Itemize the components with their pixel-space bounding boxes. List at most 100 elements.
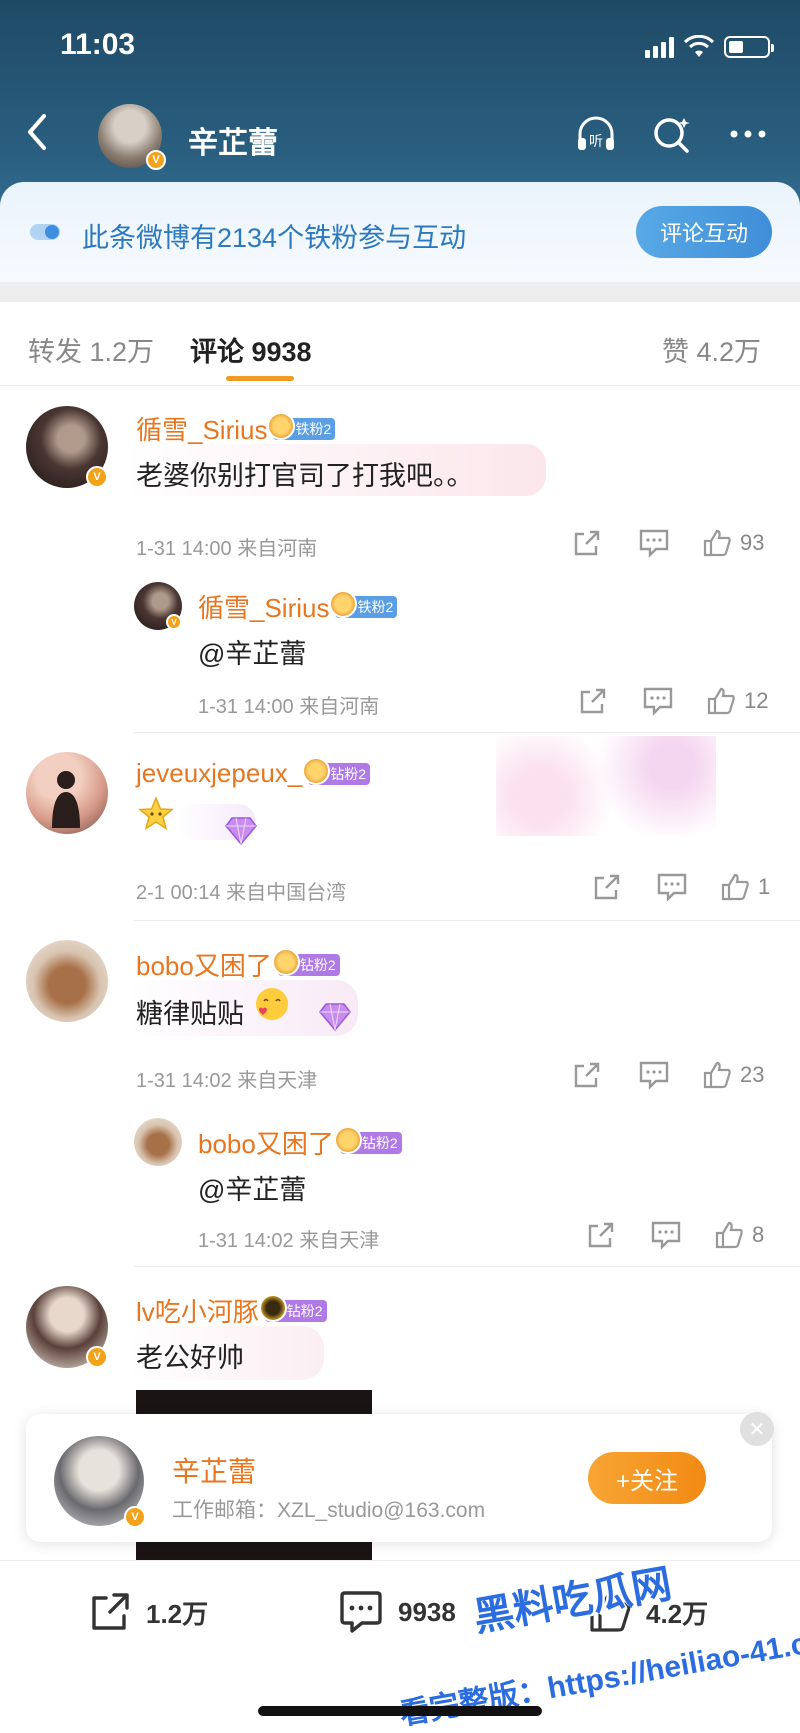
reply-icon[interactable] <box>642 686 674 716</box>
divider <box>134 920 800 921</box>
signal-icon <box>645 36 674 58</box>
like-count: 12 <box>744 688 769 713</box>
username-text: bobo又困了 <box>198 1129 334 1159</box>
diamond-sticker-icon <box>225 817 257 846</box>
share-icon[interactable] <box>592 872 622 902</box>
star-sticker-icon <box>138 796 174 831</box>
fan-badge: 钻粉2 <box>302 756 371 785</box>
crown-icon <box>271 947 300 976</box>
username-text: lv吃小河豚 <box>136 1297 259 1327</box>
follow-card-name[interactable]: 辛芷蕾 <box>172 1450 256 1490</box>
follow-button[interactable]: +关注 <box>588 1452 706 1504</box>
fan-badge-label: 钻粉2 <box>299 956 336 973</box>
repost-count: 1.2万 <box>146 1598 209 1629</box>
username-text: 循雪_Sirius <box>136 415 268 445</box>
reply-meta: 1-31 14:02 来自天津 <box>198 1230 380 1252</box>
back-icon[interactable] <box>22 112 52 152</box>
fan-badge-label: 钻粉2 <box>361 1134 398 1151</box>
username-text: 循雪_Sirius <box>198 593 330 623</box>
kiss-emoji-icon <box>256 988 288 1020</box>
verified-badge-icon: V <box>166 614 182 630</box>
banner-text: 此条微博有2134个铁粉参与互动 <box>82 223 467 253</box>
share-icon[interactable] <box>572 1060 602 1090</box>
reply-text: @辛芷蕾 <box>198 639 307 669</box>
listen-icon[interactable]: 听 <box>574 112 618 156</box>
comment-username[interactable]: jeveuxjepeux_ 钻粉2 <box>136 756 371 789</box>
close-icon[interactable]: ✕ <box>740 1412 774 1446</box>
avatar[interactable] <box>26 940 108 1022</box>
reply-icon[interactable] <box>650 1220 682 1250</box>
more-icon[interactable] <box>726 112 770 156</box>
diamond-sticker-icon <box>319 1003 351 1032</box>
comment-meta: 1-31 14:00 来自河南 <box>136 538 318 560</box>
status-icons <box>645 34 774 60</box>
comment-interact-button[interactable]: 评论互动 <box>636 206 772 258</box>
bottom-repost-button[interactable]: 1.2万 <box>88 1590 208 1634</box>
tab-likes[interactable]: 赞 4.2万 <box>662 330 761 369</box>
fan-badge: 钻粉2 <box>333 1125 402 1154</box>
crown-icon <box>329 589 358 618</box>
verified-badge-icon: V <box>124 1506 146 1528</box>
like-button[interactable]: 8 <box>714 1220 764 1250</box>
reply-icon[interactable] <box>656 872 688 902</box>
like-count: 1 <box>758 874 771 899</box>
comment-meta: 1-31 14:02 来自天津 <box>136 1070 318 1092</box>
toggle-icon <box>30 224 60 240</box>
comment-count: 9938 <box>398 1596 456 1627</box>
repost-icon <box>92 1593 129 1630</box>
thumbs-up-icon <box>707 687 735 715</box>
crown-icon <box>302 756 331 785</box>
verified-badge-icon: V <box>146 150 166 170</box>
search-icon[interactable] <box>650 112 694 156</box>
section-separator <box>0 282 800 302</box>
share-icon[interactable] <box>578 686 608 716</box>
avatar-silhouette <box>52 771 80 828</box>
fan-badge-label: 铁粉2 <box>357 598 394 615</box>
reply-icon[interactable] <box>638 528 670 558</box>
fan-badge: 钻粉2 <box>258 1293 327 1322</box>
comment-username[interactable]: 循雪_Sirius 铁粉2 <box>136 410 336 447</box>
like-button[interactable]: 93 <box>702 528 764 558</box>
like-button[interactable]: 23 <box>702 1060 764 1090</box>
crown-icon <box>258 1293 287 1322</box>
svg-text:听: 听 <box>589 134 603 150</box>
fan-badge: 钻粉2 <box>271 947 340 976</box>
comment-text: 老婆你别打官司了打我吧。。 <box>136 461 474 491</box>
reply-meta: 1-31 14:00 来自河南 <box>198 696 380 718</box>
divider <box>134 1266 800 1267</box>
username-text: jeveuxjepeux_ <box>136 758 303 788</box>
wifi-icon <box>684 35 714 57</box>
comment-icon <box>340 1591 382 1633</box>
fan-badge-label: 钻粉2 <box>286 1302 323 1319</box>
comment-text: 老公好帅 <box>136 1343 244 1373</box>
thumbs-up-icon <box>703 529 731 557</box>
comment-username[interactable]: lv吃小河豚 钻粉2 <box>136 1292 327 1329</box>
avatar[interactable] <box>134 1118 182 1166</box>
home-indicator <box>258 1706 542 1716</box>
sparkle-decoration <box>496 736 716 836</box>
fan-badge: 铁粉2 <box>329 589 398 618</box>
bottom-comment-button[interactable]: 9938 <box>338 1590 456 1634</box>
tab-repost[interactable]: 转发 1.2万 <box>28 330 154 369</box>
like-button[interactable]: 12 <box>706 686 768 716</box>
reply-username[interactable]: bobo又困了 钻粉2 <box>198 1124 402 1161</box>
battery-icon <box>724 36 774 58</box>
reply-icon[interactable] <box>638 1060 670 1090</box>
like-count: 93 <box>740 530 765 555</box>
share-icon[interactable] <box>572 528 602 558</box>
tab-comments[interactable]: 评论 9938 <box>190 330 312 369</box>
comment-meta: 2-1 00:14 来自中国台湾 <box>136 882 347 904</box>
username-text: bobo又困了 <box>136 951 272 981</box>
thumbs-up-icon <box>715 1221 743 1249</box>
thumbs-up-icon <box>721 873 749 901</box>
fan-badge-label: 铁粉2 <box>295 420 332 437</box>
like-button[interactable]: 1 <box>720 872 770 902</box>
profile-name[interactable]: 辛芷蕾 <box>188 118 278 162</box>
fan-badge-label: 钻粉2 <box>330 765 367 782</box>
comment-username[interactable]: bobo又困了 钻粉2 <box>136 946 340 983</box>
reply-username[interactable]: 循雪_Sirius 铁粉2 <box>198 588 398 625</box>
like-count: 8 <box>752 1222 765 1247</box>
follow-card-email: 工作邮箱：XZL_studio@163.com <box>172 1499 486 1522</box>
status-time: 11:03 <box>60 28 136 61</box>
share-icon[interactable] <box>586 1220 616 1250</box>
